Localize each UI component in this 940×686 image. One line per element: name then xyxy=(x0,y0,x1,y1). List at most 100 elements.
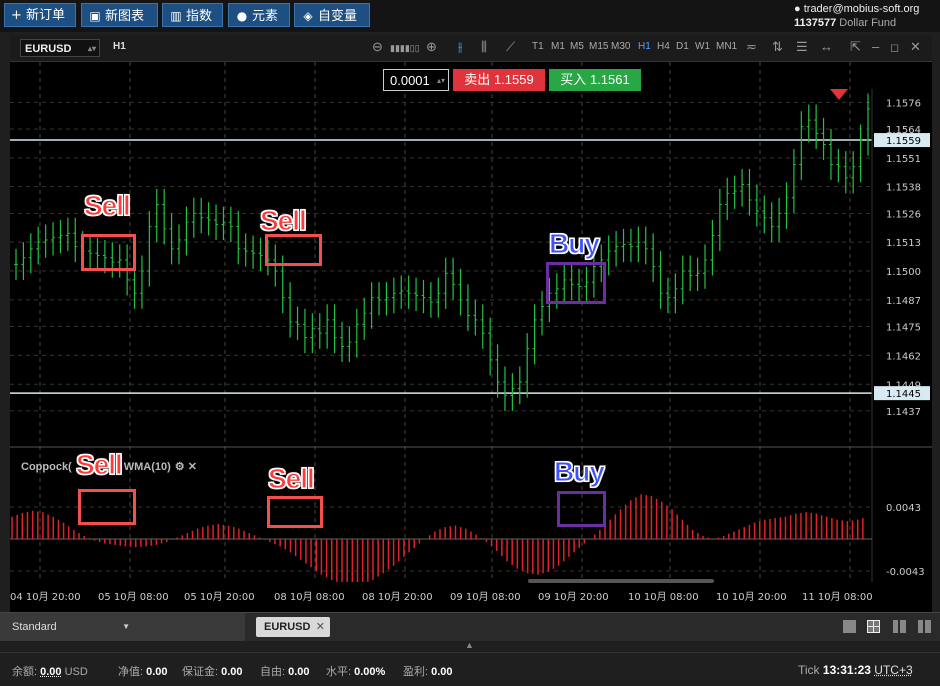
variables-button[interactable]: ◈ 自变量 xyxy=(294,3,370,27)
spinner-icon: ▴▾ xyxy=(87,44,96,53)
level-value: 0.00% xyxy=(354,666,386,678)
bar-type-icon[interactable]: ⫲ xyxy=(458,39,462,55)
time-tick-label: 10 10月 08:00 xyxy=(628,591,699,603)
template-select[interactable]: Standard ▼ xyxy=(0,613,245,641)
sell-annotation: Sell xyxy=(76,449,124,481)
indicator-f-icon[interactable]: ≂ xyxy=(746,39,757,55)
elements-label: 元素 xyxy=(252,9,279,24)
account-email: trader@mobius-soft.org xyxy=(803,3,920,15)
tab-eurusd[interactable]: EURUSD ✕ xyxy=(256,617,330,637)
timeframe-h1[interactable]: H1 xyxy=(638,41,651,52)
indicators-button[interactable]: ▥ 指数 xyxy=(162,3,223,27)
new-order-button[interactable]: + 新订单 xyxy=(4,3,76,27)
maximize-icon[interactable]: ◻ xyxy=(890,41,899,54)
detach-icon[interactable]: ⇱ xyxy=(850,39,861,55)
list-icon[interactable]: ☰ xyxy=(796,39,808,55)
timeframe-m1[interactable]: M1 xyxy=(551,41,565,52)
price-tick-label: 1.1475 xyxy=(886,323,921,334)
chart-toolbar: EURUSD ▴▾ H1 ⊖ ▮▮▮▮▯▯ ⊕ ⫲ ⫼ ⟋ T1 M1 M5 M15 M3… xyxy=(10,35,932,62)
stepper-icon: ▴▾ xyxy=(436,76,445,85)
main-toolbar: + 新订单 ▣ 新图表 ▥ 指数 ● 元素 ◈ 自变量 ● trader@mobius-… xyxy=(0,0,940,32)
buy-button[interactable]: 买入 1.1561 xyxy=(549,69,641,91)
equity-label: 净值: xyxy=(118,666,144,678)
elements-button[interactable]: ● 元素 xyxy=(228,3,290,27)
time-tick-label: 08 10月 20:00 xyxy=(362,591,433,603)
zoom-out-icon[interactable]: ⊖ xyxy=(372,39,383,55)
balance-value: 0.00 xyxy=(40,666,62,678)
price-level-label: 1.1445 xyxy=(886,389,921,400)
variables-label: 自变量 xyxy=(318,9,358,24)
timeframe-mn1[interactable]: MN1 xyxy=(716,41,737,52)
timeframe-d1[interactable]: D1 xyxy=(676,41,689,52)
layout-grid-icon[interactable] xyxy=(867,620,880,633)
gear-icon[interactable]: ⚙ xyxy=(175,461,185,473)
timezone[interactable]: UTC+3 xyxy=(874,663,912,677)
equity-value: 0.00 xyxy=(146,666,168,678)
timeframe-w1[interactable]: W1 xyxy=(695,41,710,52)
buy-annotation: Buy xyxy=(549,228,601,260)
price-tick-label: 1.1437 xyxy=(886,407,921,418)
minimize-icon[interactable]: – xyxy=(872,39,879,54)
chevron-down-icon: ▼ xyxy=(122,622,130,631)
timeframe-t1[interactable]: T1 xyxy=(532,41,544,52)
scale-icon[interactable]: ↔ xyxy=(820,39,833,54)
level-label: 水平: xyxy=(326,666,352,678)
tick-label: Tick xyxy=(798,663,820,677)
horizontal-scrollbar xyxy=(528,579,714,583)
new-chart-button[interactable]: ▣ 新图表 xyxy=(81,3,158,27)
indicator-tick-label: 0.0043 xyxy=(886,503,921,514)
time-tick-label: 05 10月 20:00 xyxy=(184,591,255,603)
layout-columns-icon[interactable] xyxy=(893,620,906,633)
tab-label: EURUSD xyxy=(264,621,311,633)
layout-single-icon[interactable] xyxy=(843,620,856,633)
timeframe-m15[interactable]: M15 xyxy=(589,41,608,52)
diamond-icon: ◈ xyxy=(303,9,313,23)
caret-up-icon[interactable]: ▲ xyxy=(465,640,474,650)
account-fund: Dollar Fund xyxy=(839,17,897,29)
bar-chart-icon: ▥ xyxy=(170,9,182,23)
timeframe-m5[interactable]: M5 xyxy=(570,41,584,52)
template-bar: Standard ▼ EURUSD ✕ xyxy=(0,612,940,641)
buy-price: 1.1561 xyxy=(589,72,630,87)
close-icon[interactable]: ✕ xyxy=(910,39,921,55)
timeframe-m30[interactable]: M30 xyxy=(611,41,630,52)
price-tick-label: 1.1576 xyxy=(886,98,921,109)
sell-price: 1.1559 xyxy=(493,72,534,87)
time-tick-label: 08 10月 08:00 xyxy=(274,591,345,603)
zoom-in-icon[interactable]: ⊕ xyxy=(426,39,437,55)
layout-rows-icon[interactable] xyxy=(918,620,931,633)
objects-icon[interactable]: ⇅ xyxy=(772,39,783,55)
price-tick-label: 1.1487 xyxy=(886,296,921,307)
candle-type-icon[interactable]: ⫼ xyxy=(481,39,487,55)
sell-button[interactable]: 卖出 1.1559 xyxy=(453,69,545,91)
balance-label: 余额: xyxy=(12,666,38,678)
zoom-slider[interactable]: ▮▮▮▮▯▯ xyxy=(390,43,420,54)
indicator-tick-label: -0.0043 xyxy=(886,567,925,578)
price-tick-label: 1.1513 xyxy=(886,238,921,249)
close-icon[interactable]: ✕ xyxy=(188,461,197,473)
buy-box xyxy=(557,491,606,527)
sell-annotation: Sell xyxy=(84,190,132,222)
sell-box xyxy=(265,234,322,266)
chart-plot[interactable]: 1.15761.15641.15511.15381.15261.15131.15… xyxy=(10,62,932,612)
buy-annotation: Buy xyxy=(554,456,606,488)
buy-box xyxy=(546,262,606,304)
buy-label: 买入 xyxy=(560,72,587,87)
indicator-name: Coppock( xyxy=(21,461,72,473)
account-info[interactable]: ● trader@mobius-soft.org 1137577 Dollar … xyxy=(794,2,934,30)
free-value: 0.00 xyxy=(288,666,310,678)
close-icon[interactable]: ✕ xyxy=(316,617,325,637)
sell-label: 卖出 xyxy=(464,72,491,87)
symbol-select[interactable]: EURUSD ▴▾ xyxy=(20,39,100,57)
sell-box xyxy=(81,234,136,271)
symbol-value: EURUSD xyxy=(25,43,72,55)
free-label: 自由: xyxy=(260,666,286,678)
timeframe-h4[interactable]: H4 xyxy=(657,41,670,52)
indicators-label: 指数 xyxy=(186,9,213,24)
indicator-params: WMA(10) xyxy=(123,461,171,473)
line-type-icon[interactable]: ⟋ xyxy=(506,39,515,55)
quantity-input[interactable]: 0.0001 ▴▾ xyxy=(383,69,449,91)
time-tick-label: 05 10月 08:00 xyxy=(98,591,169,603)
new-chart-label: 新图表 xyxy=(105,9,145,24)
margin-label: 保证金: xyxy=(182,666,219,678)
